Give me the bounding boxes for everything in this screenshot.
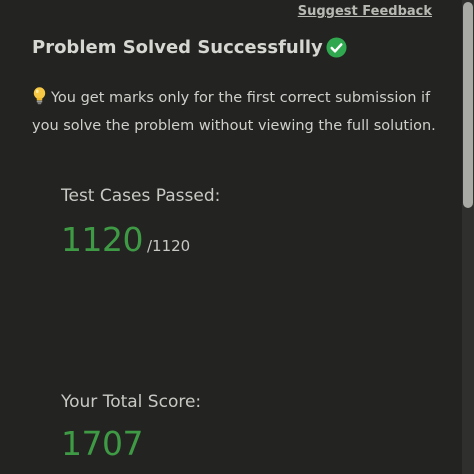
scrollbar-thumb[interactable] [463, 2, 473, 208]
total-score-label: Your Total Score: [61, 392, 202, 412]
note-text: You get marks only for the first correct… [32, 90, 436, 134]
total-score-value: 1707 [61, 424, 143, 463]
test-cases-passed: 1120 [61, 220, 143, 259]
scrollbar-track[interactable] [462, 0, 474, 474]
suggest-feedback-link[interactable]: Suggest Feedback [298, 4, 432, 19]
result-title-row: Problem Solved Successfully [32, 37, 347, 58]
test-cases-total: /1120 [146, 237, 191, 255]
submission-note: You get marks only for the first correct… [32, 84, 444, 140]
check-circle-icon [326, 37, 347, 58]
test-cases-label: Test Cases Passed: [61, 186, 221, 206]
result-title: Problem Solved Successfully [32, 37, 323, 58]
lightbulb-icon [32, 87, 47, 105]
test-cases-value: 1120 /1120 [61, 220, 190, 259]
